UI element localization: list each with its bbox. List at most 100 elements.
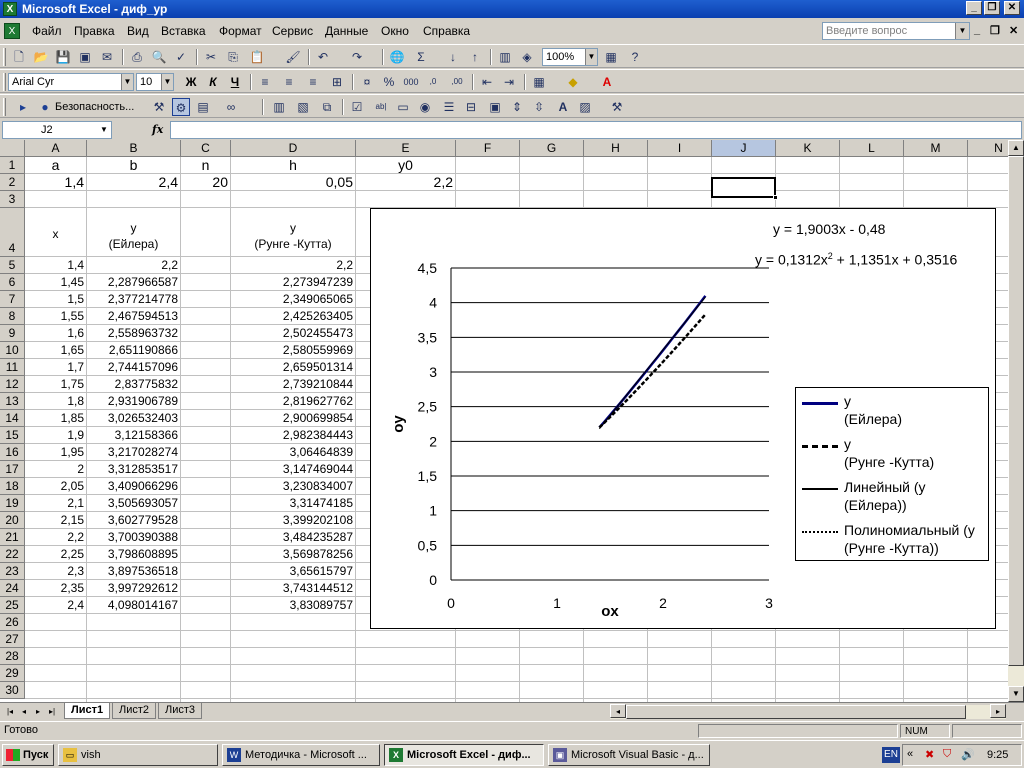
row-header-2[interactable]: 2 <box>0 174 25 191</box>
font-name-select[interactable]: Arial Cyr ▼ <box>8 73 134 91</box>
option-button-icon[interactable]: ◉ <box>416 98 434 116</box>
column-header-l[interactable]: L <box>840 140 904 157</box>
cell-x[interactable]: 2,3 <box>25 563 86 579</box>
design-mode-icon[interactable]: ⚒ <box>150 98 168 116</box>
spin-control-icon[interactable]: ⇕ <box>508 98 526 116</box>
cell-rk[interactable]: 2,739210844 <box>231 376 355 392</box>
chevron-down-icon[interactable]: ▼ <box>955 23 969 39</box>
save-icon[interactable]: 💾 <box>54 48 72 66</box>
decrease-indent-icon[interactable]: ⇤ <box>478 73 496 91</box>
horizontal-scroll-thumb[interactable] <box>626 705 966 719</box>
column-header-a[interactable]: A <box>25 140 87 157</box>
align-center-icon[interactable]: ≡ <box>280 73 298 91</box>
horizontal-scrollbar[interactable]: ◂ ▸ <box>610 704 1006 719</box>
increase-indent-icon[interactable]: ⇥ <box>500 73 518 91</box>
cell-rk[interactable]: 3,743144512 <box>231 580 355 596</box>
cell-rk[interactable]: 3,65615797 <box>231 563 355 579</box>
row-header-3[interactable]: 3 <box>0 191 25 208</box>
row-header-8[interactable]: 8 <box>0 308 25 325</box>
italic-button[interactable]: К <box>204 73 222 91</box>
spelling-icon[interactable]: ✓ <box>172 48 190 66</box>
security-button[interactable]: Безопасность... <box>55 101 134 113</box>
hyperlink-icon[interactable]: 🌐 <box>388 48 406 66</box>
menu-file[interactable]: Файл <box>32 24 62 38</box>
help-question-input[interactable]: Введите вопрос ▼ <box>822 22 970 40</box>
column-header-b[interactable]: B <box>87 140 181 157</box>
cell-d1[interactable]: h <box>231 157 355 173</box>
cell-rk[interactable]: 3,399202108 <box>231 512 355 528</box>
row-header-19[interactable]: 19 <box>0 495 25 512</box>
column-header-e[interactable]: E <box>356 140 456 157</box>
task-vish[interactable]: ▭ vish <box>58 744 218 766</box>
checkbox-control-icon[interactable]: ☑ <box>348 98 366 116</box>
next-sheet-icon[interactable]: ▸ <box>32 705 44 718</box>
combobox-control-icon[interactable]: ⊟ <box>462 98 480 116</box>
cell-euler[interactable]: 2,377214778 <box>87 291 180 307</box>
row-header-24[interactable]: 24 <box>0 580 25 597</box>
worksheet-grid[interactable]: ABCDEFGHIJKLMN 1 2 3 4 5 6 7 8 9 10 11 12 13 14 15 16 17… <box>0 140 1008 702</box>
chevron-down-icon[interactable]: ▼ <box>98 123 110 137</box>
cell-euler[interactable]: 3,026532403 <box>87 410 180 426</box>
form-icon[interactable]: ▧ <box>294 98 312 116</box>
cell-rk[interactable]: 3,06464839 <box>231 444 355 460</box>
vertical-scroll-thumb[interactable] <box>1008 156 1024 666</box>
toolbar-options-icon[interactable]: ▦ <box>602 48 620 66</box>
linear-trendline-equation[interactable]: y = 1,9003x - 0,48 <box>773 221 885 237</box>
row-header-16[interactable]: 16 <box>0 444 25 461</box>
cell-a4[interactable]: x <box>25 208 86 256</box>
cell-x[interactable]: 2,35 <box>25 580 86 596</box>
scroll-right-icon[interactable]: ▸ <box>990 704 1006 718</box>
cell-rk[interactable]: 2,425263405 <box>231 308 355 324</box>
cell-rk[interactable]: 2,659501314 <box>231 359 355 375</box>
cell-x[interactable]: 1,55 <box>25 308 86 324</box>
button-control-icon[interactable]: ▭ <box>394 98 412 116</box>
menu-help[interactable]: Справка <box>423 24 470 38</box>
bold-button[interactable]: Ж <box>182 73 200 91</box>
cell-euler[interactable]: 3,897536518 <box>87 563 180 579</box>
cell-c2[interactable]: 20 <box>181 174 230 190</box>
image-control-icon[interactable]: ▨ <box>576 98 594 116</box>
cell-euler[interactable]: 3,700390388 <box>87 529 180 545</box>
row-header-9[interactable]: 9 <box>0 325 25 342</box>
print-icon[interactable]: ⎙ <box>128 48 146 66</box>
more-controls-icon[interactable]: ⚒ <box>608 98 626 116</box>
toggle-control-icon[interactable]: ▣ <box>486 98 504 116</box>
cell-rk[interactable]: 3,230834007 <box>231 478 355 494</box>
properties-icon[interactable]: ⚙ <box>172 98 190 116</box>
polynomial-trendline-equation[interactable]: y = 0,1312x2 + 1,1351x + 0,3516 <box>755 251 957 268</box>
column-header-m[interactable]: M <box>904 140 968 157</box>
cell-x[interactable]: 1,75 <box>25 376 86 392</box>
row-header-23[interactable]: 23 <box>0 563 25 580</box>
toolbox-icon[interactable]: ∞ <box>222 98 240 116</box>
fill-color-icon[interactable]: ◆ <box>564 73 582 91</box>
column-header-i[interactable]: I <box>648 140 712 157</box>
cell-b4[interactable]: y (Ейлера) <box>87 208 180 256</box>
last-sheet-icon[interactable]: ▸| <box>46 705 58 718</box>
cell-d2[interactable]: 0,05 <box>231 174 355 190</box>
script-icon[interactable]: ⧉ <box>318 98 336 116</box>
insert-function-icon[interactable]: fx <box>152 123 163 136</box>
cell-rk[interactable]: 2,982384443 <box>231 427 355 443</box>
cell-a2[interactable]: 1,4 <box>25 174 86 190</box>
cell-a1[interactable]: a <box>25 157 86 173</box>
cell-rk[interactable]: 2,580559969 <box>231 342 355 358</box>
cell-euler[interactable]: 4,098014167 <box>87 597 180 613</box>
borders-icon[interactable]: ▦ <box>530 73 548 91</box>
document-icon[interactable]: X <box>4 23 20 39</box>
font-size-select[interactable]: 10 ▼ <box>136 73 174 91</box>
cell-x[interactable]: 1,65 <box>25 342 86 358</box>
cell-x[interactable]: 2,15 <box>25 512 86 528</box>
start-button[interactable]: Пуск <box>2 744 54 766</box>
chevron-down-icon[interactable]: ▼ <box>161 74 173 90</box>
cell-euler[interactable]: 3,997292612 <box>87 580 180 596</box>
cell-rk[interactable]: 3,569878256 <box>231 546 355 562</box>
cell-euler[interactable]: 2,931906789 <box>87 393 180 409</box>
cell-x[interactable]: 2,4 <box>25 597 86 613</box>
language-indicator[interactable]: EN <box>882 747 900 763</box>
cell-euler[interactable]: 3,602779528 <box>87 512 180 528</box>
row-header-25[interactable]: 25 <box>0 597 25 614</box>
column-header-h[interactable]: H <box>584 140 648 157</box>
scrollbar-control-icon[interactable]: ⇳ <box>530 98 548 116</box>
cell-x[interactable]: 2,2 <box>25 529 86 545</box>
percent-icon[interactable]: % <box>380 73 398 91</box>
